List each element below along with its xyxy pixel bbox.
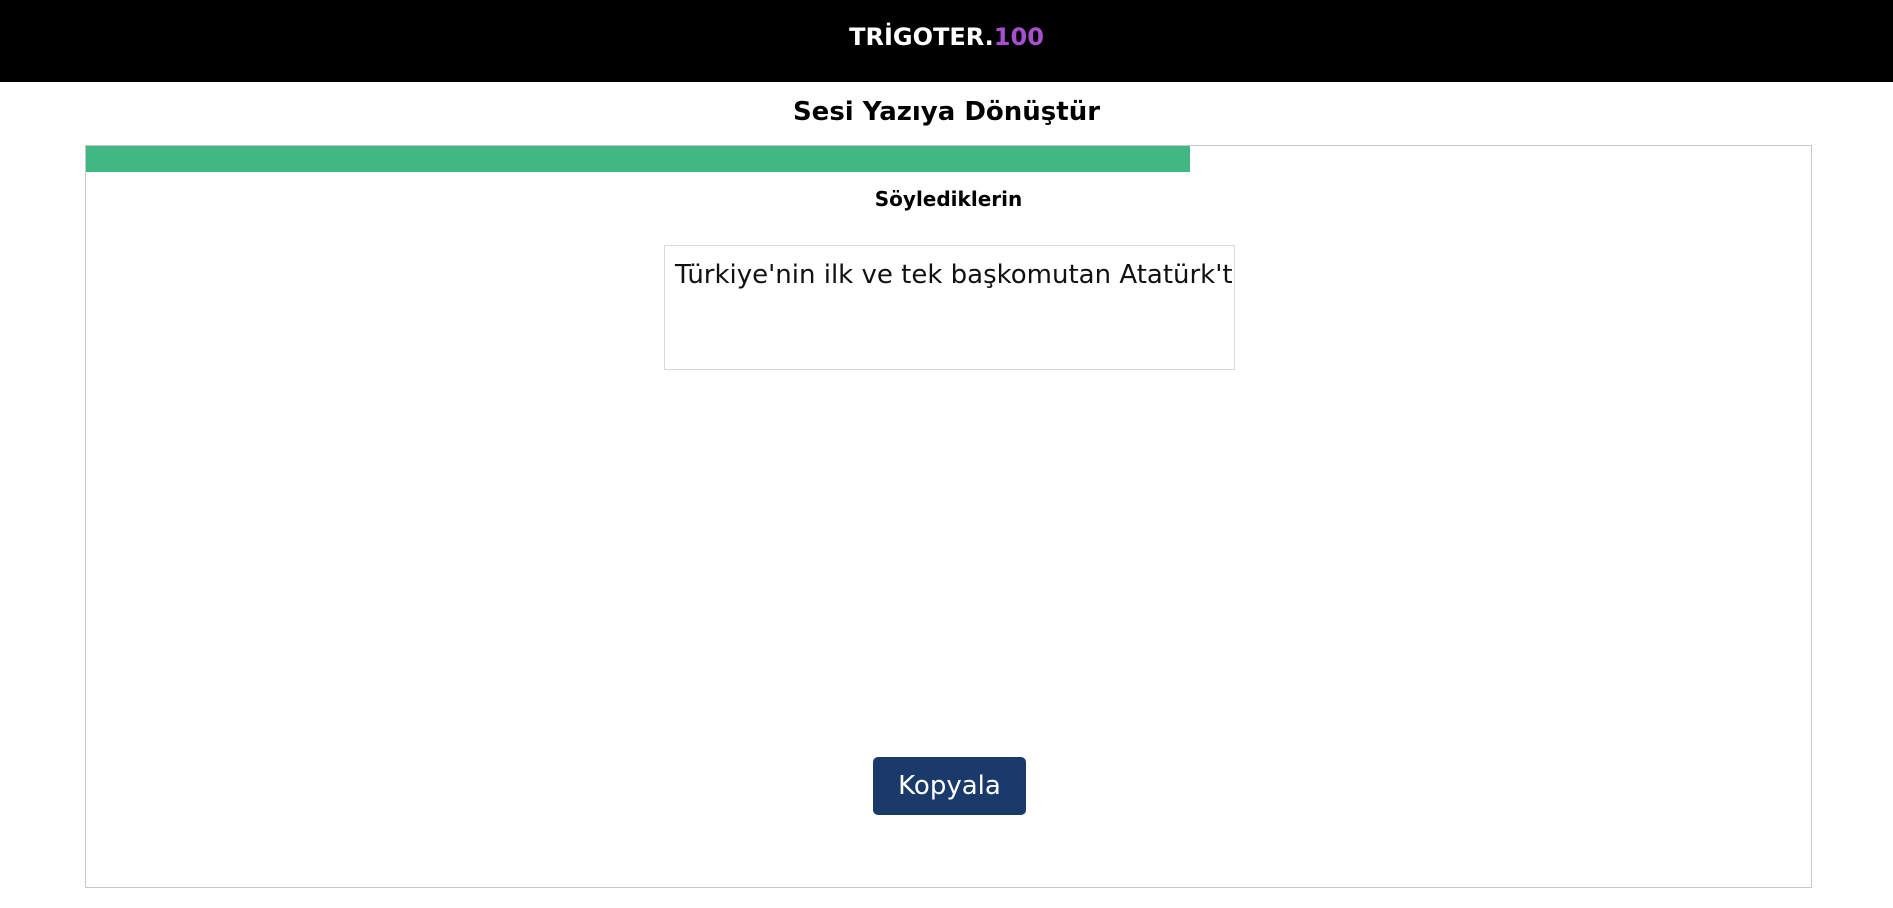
recording-progress-fill — [86, 146, 1190, 172]
speech-to-text-panel: Söylediklerin Türkiye'nin ilk ve tek baş… — [85, 145, 1812, 888]
brand-number: 100 — [993, 23, 1044, 51]
section-label: Söylediklerin — [874, 187, 1023, 211]
recording-progress-bar — [86, 146, 1811, 172]
brand-logo[interactable]: TRİGOTER.100 — [0, 22, 1893, 52]
transcript-output[interactable]: Türkiye'nin ilk ve tek başkomutan Atatür… — [664, 245, 1235, 370]
copy-button[interactable]: Kopyala — [873, 757, 1026, 815]
top-navbar: TRİGOTER.100 — [0, 0, 1893, 82]
page-title: Sesi Yazıya Dönüştür — [792, 97, 1101, 127]
brand-name: TRİGOTER. — [849, 23, 994, 51]
